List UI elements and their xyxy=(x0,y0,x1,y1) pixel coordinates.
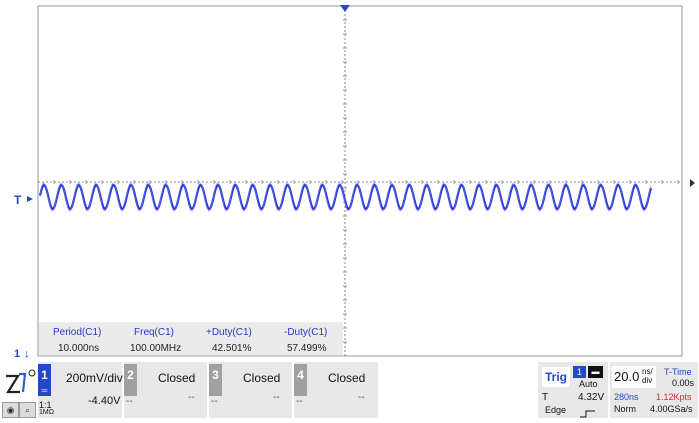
measurement-value-neg-duty: 57.499% xyxy=(287,343,327,354)
channel-3-number[interactable]: 3 xyxy=(209,364,222,386)
oscilloscope-screen: T 1 ↓ Period(C1) Freq(C1) +Duty(C1) -Dut… xyxy=(0,0,699,420)
channel-4-left-value: -- xyxy=(296,396,303,407)
channel-4-number[interactable]: 4 xyxy=(294,364,307,386)
trigger-level-arrow xyxy=(27,196,33,202)
channel-2-number[interactable]: 2 xyxy=(124,364,137,386)
channel-1-number[interactable]: 1 xyxy=(38,364,51,386)
channel-2-status: Closed xyxy=(158,371,196,385)
timebase-panel[interactable]: 20.0 ns/ div T-Time 0.00s 280ns 1.12Kpts… xyxy=(610,362,698,418)
channel-1-coupling-icon: ═ xyxy=(38,386,51,396)
timebase-unit-top: ns/ xyxy=(642,367,653,376)
scope-display: T 1 ↓ xyxy=(14,5,695,360)
channel-4-coupling-icon xyxy=(294,386,307,396)
timebase-delay[interactable]: 280ns xyxy=(614,392,639,402)
timebase-value[interactable]: 20.0 xyxy=(614,369,639,384)
measurement-header-freq[interactable]: Freq(C1) xyxy=(134,327,174,338)
trigger-label[interactable]: Trig xyxy=(542,367,570,387)
measurement-header-neg-duty[interactable]: -Duty(C1) xyxy=(284,327,327,338)
trigger-level-label[interactable]: T xyxy=(14,193,22,207)
channel-2-left-value: -- xyxy=(126,396,133,407)
channel-1-offset[interactable]: -4.40V xyxy=(88,395,120,407)
trigger-source[interactable]: 1 xyxy=(573,366,586,378)
sample-rate: 4.00GSa/s xyxy=(650,404,693,414)
acquisition-mode[interactable]: Norm xyxy=(614,404,636,414)
trigger-level-value[interactable]: 4.32V xyxy=(578,392,604,403)
channel-2-panel[interactable]: 2 Closed -- -- xyxy=(124,362,207,418)
channel-2-coupling-icon xyxy=(124,386,137,396)
trigger-slope-icon: ▬ xyxy=(588,366,603,378)
measurement-value-freq: 100.00MHz xyxy=(130,343,182,354)
network-icon[interactable]: ◉ xyxy=(2,402,19,418)
channel-1-scale[interactable]: 200mV/div xyxy=(66,371,123,385)
trigger-edge-label: Edge xyxy=(545,405,567,415)
channel-1-panel[interactable]: 1 ═ 1:1 1MΩ 200mV/div -4.40V xyxy=(38,362,123,418)
channel-1-marker[interactable]: 1 xyxy=(14,348,20,360)
trigger-mode[interactable]: Auto xyxy=(579,379,598,389)
channel-3-status: Closed xyxy=(243,371,281,385)
channel-4-right-value: -- xyxy=(358,392,365,403)
measurement-value-pos-duty: 42.501% xyxy=(212,343,252,354)
channel-3-left-value: -- xyxy=(211,396,218,407)
right-scroll-arrow xyxy=(690,179,695,187)
measurement-header-period[interactable]: Period(C1) xyxy=(53,327,101,338)
rising-edge-icon xyxy=(580,405,596,418)
channel-1-marker-arrow: ↓ xyxy=(24,348,30,360)
search-icon[interactable]: ⌕ xyxy=(19,402,36,418)
channel-2-right-value: -- xyxy=(188,392,195,403)
channel-4-status: Closed xyxy=(328,371,366,385)
grid-frame xyxy=(37,5,683,357)
ttime-value[interactable]: 0.00s xyxy=(672,378,694,388)
timebase-sample-points: 1.12Kpts xyxy=(656,392,692,402)
channel-3-right-value: -- xyxy=(273,392,280,403)
trigger-type-label: T xyxy=(542,392,549,403)
channel-3-coupling-icon xyxy=(209,386,222,396)
zlg-logo-icon xyxy=(6,369,36,394)
channel-4-panel[interactable]: 4 Closed -- -- xyxy=(294,362,378,418)
timebase-unit-bottom: div xyxy=(642,376,653,385)
ttime-label: T-Time xyxy=(664,367,692,377)
channel-3-panel[interactable]: 3 Closed -- -- xyxy=(209,362,292,418)
measurement-header-pos-duty[interactable]: +Duty(C1) xyxy=(206,327,252,338)
channel-1-impedance: 1MΩ xyxy=(39,409,54,416)
measurement-value-period: 10.000ns xyxy=(58,343,100,354)
zlg-logo xyxy=(4,368,36,398)
trigger-panel[interactable]: Trig 1 ▬ Auto T 4.32V Edge xyxy=(538,362,608,418)
